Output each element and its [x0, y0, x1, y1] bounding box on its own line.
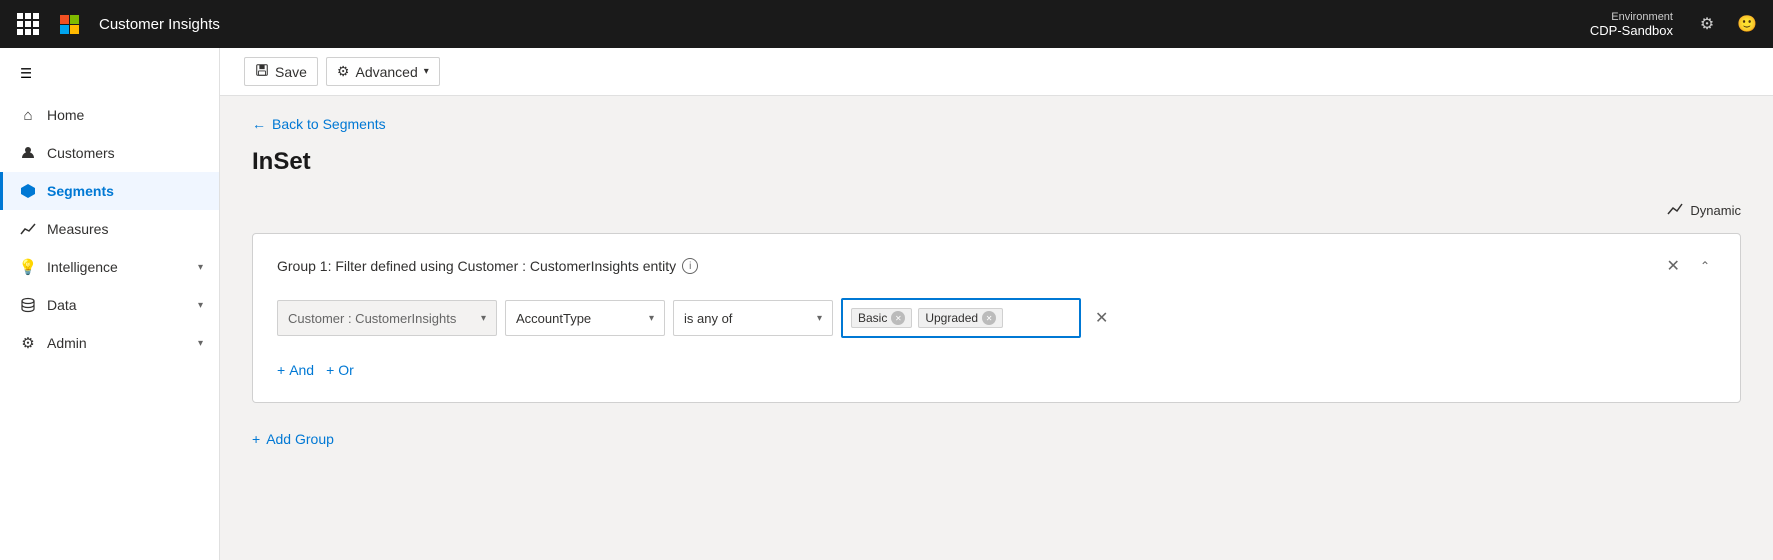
- sidebar-item-home-label: Home: [47, 107, 84, 123]
- attribute-select[interactable]: AccountType ▾: [505, 300, 665, 336]
- sidebar-item-intelligence[interactable]: 💡 Intelligence ▾: [0, 248, 219, 286]
- attribute-chevron-icon: ▾: [649, 313, 654, 324]
- admin-chevron-icon: ▾: [198, 338, 203, 349]
- sidebar-item-segments-label: Segments: [47, 183, 114, 199]
- settings-icon[interactable]: ⚙: [1693, 10, 1721, 38]
- sidebar-item-measures[interactable]: Measures: [0, 210, 219, 248]
- customers-icon: [19, 144, 37, 162]
- entity-chevron-icon: ▾: [481, 313, 486, 324]
- add-group-label: Add Group: [266, 431, 334, 447]
- waffle-menu[interactable]: [12, 8, 44, 40]
- user-icon[interactable]: 🙂: [1733, 10, 1761, 38]
- condition-chevron-icon: ▾: [817, 313, 822, 324]
- advanced-chevron-icon: ▾: [424, 66, 429, 77]
- condition-select[interactable]: is any of ▾: [673, 300, 833, 336]
- add-group-area: + Add Group: [252, 419, 1741, 459]
- environment-info: Environment CDP-Sandbox: [1590, 11, 1681, 38]
- sidebar-item-customers[interactable]: Customers: [0, 134, 219, 172]
- group-title-text: Group 1: Filter defined using Customer :…: [277, 258, 676, 274]
- sidebar-item-admin-label: Admin: [47, 335, 87, 351]
- segments-icon: [19, 182, 37, 200]
- sidebar-item-measures-label: Measures: [47, 221, 108, 237]
- add-group-plus-icon: +: [252, 431, 260, 447]
- advanced-gear-icon: ⚙: [337, 63, 350, 80]
- and-button[interactable]: + And: [277, 358, 314, 382]
- sidebar-item-intelligence-label: Intelligence: [47, 259, 118, 275]
- advanced-button[interactable]: ⚙ Advanced ▾: [326, 57, 440, 86]
- sidebar-item-data-label: Data: [47, 297, 77, 313]
- hamburger-icon: ☰: [20, 66, 32, 82]
- back-link-label: Back to Segments: [272, 116, 386, 132]
- environment-label: Environment: [1611, 11, 1673, 23]
- dynamic-indicator: Dynamic: [252, 200, 1741, 221]
- sidebar-item-customers-label: Customers: [47, 145, 115, 161]
- back-link[interactable]: ← Back to Segments: [252, 116, 1741, 132]
- sidebar-item-admin[interactable]: ⚙ Admin ▾: [0, 324, 219, 362]
- dynamic-label: Dynamic: [1690, 203, 1741, 218]
- and-plus-icon: +: [277, 362, 285, 378]
- advanced-label: Advanced: [355, 64, 417, 80]
- data-chevron-icon: ▾: [198, 300, 203, 311]
- tag-upgraded-close-button[interactable]: ✕: [982, 311, 996, 325]
- save-button[interactable]: Save: [244, 57, 318, 86]
- or-plus-icon: +: [326, 362, 334, 378]
- toolbar: Save ⚙ Advanced ▾: [220, 48, 1773, 96]
- tag-upgraded: Upgraded ✕: [918, 308, 1003, 328]
- entity-select-value: Customer : CustomerInsights: [288, 311, 456, 326]
- sidebar: ☰ ⌂ Home Customers Segments Measures 💡: [0, 48, 220, 560]
- data-icon: [19, 296, 37, 314]
- group-header: Group 1: Filter defined using Customer :…: [277, 254, 1716, 278]
- sidebar-item-segments[interactable]: Segments: [0, 172, 219, 210]
- sidebar-collapse-button[interactable]: ☰: [8, 56, 44, 92]
- group-title: Group 1: Filter defined using Customer :…: [277, 258, 698, 274]
- back-arrow-icon: ←: [252, 116, 266, 132]
- add-group-button[interactable]: + Add Group: [252, 427, 334, 451]
- filter-row-close-button[interactable]: ✕: [1089, 306, 1114, 330]
- segment-group: Group 1: Filter defined using Customer :…: [252, 233, 1741, 403]
- group-info-icon[interactable]: i: [682, 258, 698, 274]
- sidebar-item-home[interactable]: ⌂ Home: [0, 96, 219, 134]
- tag-basic-label: Basic: [858, 311, 887, 325]
- tags-container[interactable]: Basic ✕ Upgraded ✕: [841, 298, 1081, 338]
- or-label: Or: [338, 362, 354, 378]
- home-icon: ⌂: [19, 106, 37, 124]
- intelligence-chevron-icon: ▾: [198, 262, 203, 273]
- app-name: Customer Insights: [99, 16, 220, 33]
- content-area: Save ⚙ Advanced ▾ ← Back to Segments InS…: [220, 48, 1773, 560]
- or-button[interactable]: + Or: [326, 358, 354, 382]
- filter-actions: + And + Or: [277, 358, 1716, 382]
- condition-value: is any of: [684, 311, 732, 326]
- group-close-button[interactable]: ✕: [1661, 254, 1686, 278]
- dynamic-chart-icon: [1666, 200, 1684, 221]
- sidebar-item-data[interactable]: Data ▾: [0, 286, 219, 324]
- page-title: InSet: [252, 148, 1741, 176]
- group-controls: ✕ ⌃: [1661, 254, 1716, 278]
- page-content: ← Back to Segments InSet Dynamic Group 1…: [220, 96, 1773, 560]
- group-collapse-button[interactable]: ⌃: [1694, 257, 1716, 275]
- entity-select[interactable]: Customer : CustomerInsights ▾: [277, 300, 497, 336]
- tag-upgraded-label: Upgraded: [925, 311, 978, 325]
- save-label: Save: [275, 64, 307, 80]
- tag-basic-close-button[interactable]: ✕: [891, 311, 905, 325]
- attribute-value: AccountType: [516, 311, 591, 326]
- save-icon: [255, 63, 269, 80]
- intelligence-icon: 💡: [19, 258, 37, 276]
- topbar: Customer Insights Environment CDP-Sandbo…: [0, 0, 1773, 48]
- microsoft-logo: [60, 15, 79, 34]
- admin-icon: ⚙: [19, 334, 37, 352]
- environment-name: CDP-Sandbox: [1590, 23, 1673, 38]
- tag-basic: Basic ✕: [851, 308, 912, 328]
- and-label: And: [289, 362, 314, 378]
- measures-icon: [19, 220, 37, 238]
- filter-row: Customer : CustomerInsights ▾ AccountTyp…: [277, 298, 1716, 338]
